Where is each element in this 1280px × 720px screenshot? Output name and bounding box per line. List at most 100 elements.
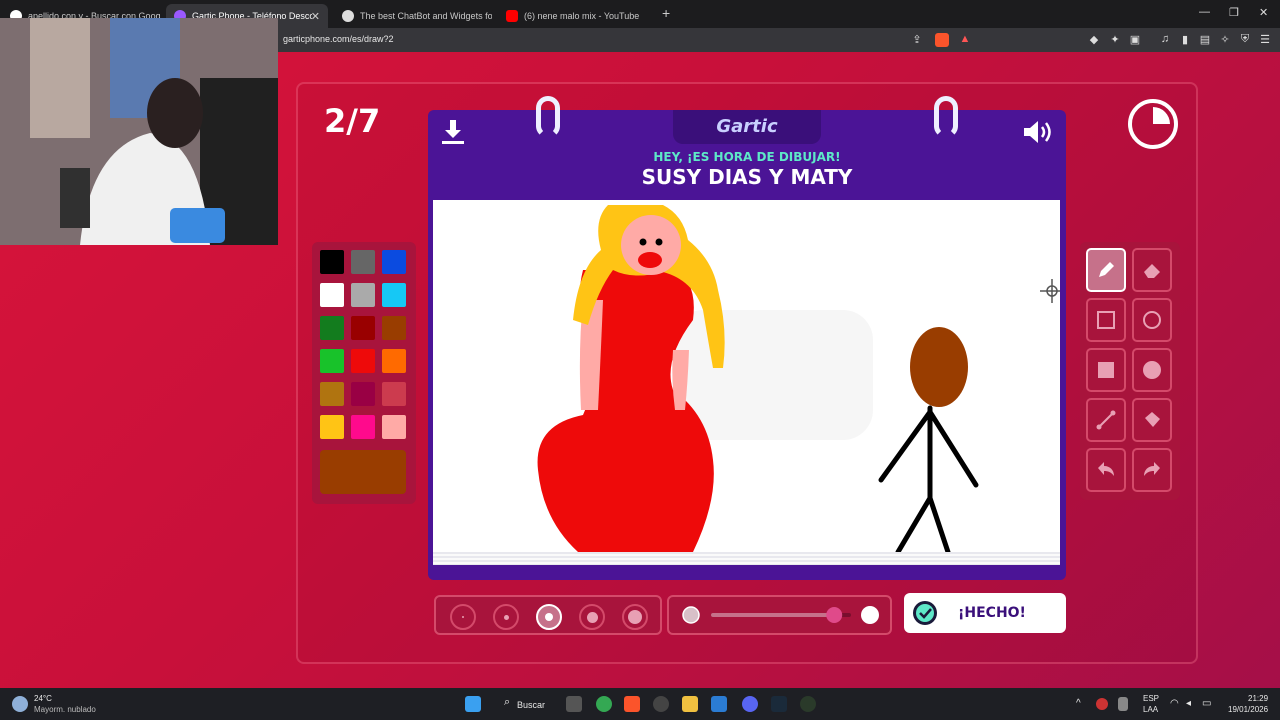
- wifi-icon[interactable]: ◠: [1170, 698, 1179, 709]
- task-view-icon[interactable]: [566, 696, 582, 712]
- opacity-slider[interactable]: [667, 595, 892, 635]
- eraser-icon: [1144, 264, 1160, 278]
- brush-size-option[interactable]: [579, 604, 605, 630]
- share-icon[interactable]: ⇪: [910, 33, 924, 47]
- volume-icon[interactable]: ◂: [1186, 698, 1191, 709]
- rectangle-filled-tool[interactable]: [1086, 348, 1126, 392]
- chevron-up-icon[interactable]: ^: [1076, 698, 1081, 709]
- file-explorer-icon[interactable]: [682, 696, 698, 712]
- current-color[interactable]: [320, 450, 406, 494]
- color-swatch[interactable]: [320, 382, 344, 406]
- rectangle-outline-tool[interactable]: [1086, 298, 1126, 342]
- redo-tool[interactable]: [1132, 448, 1172, 492]
- brush-size-option[interactable]: [536, 604, 562, 630]
- color-swatch[interactable]: [351, 250, 375, 274]
- wallet-icon[interactable]: ▤: [1198, 33, 1212, 47]
- color-swatch[interactable]: [320, 349, 344, 373]
- microphone-icon[interactable]: [1118, 697, 1128, 711]
- rectangle-outline-icon: [1097, 311, 1115, 329]
- tab-chatbot[interactable]: The best ChatBot and Widgets fo: [334, 4, 492, 28]
- close-window-button[interactable]: ✕: [1259, 6, 1268, 19]
- drawing-canvas[interactable]: [433, 200, 1060, 552]
- color-swatch[interactable]: [351, 349, 375, 373]
- color-swatch[interactable]: [320, 415, 344, 439]
- tab-youtube[interactable]: (6) nene malo mix - YouTube: [498, 4, 656, 28]
- extension-icon[interactable]: ◆: [1087, 33, 1101, 47]
- brave-icon[interactable]: [624, 696, 640, 712]
- color-swatch[interactable]: [351, 415, 375, 439]
- notebook-ring: [934, 96, 958, 138]
- color-swatch[interactable]: [382, 316, 406, 340]
- discord-icon[interactable]: [742, 696, 758, 712]
- redo-icon: [1144, 462, 1160, 476]
- drawing-dress: [537, 270, 714, 552]
- url-field[interactable]: garticphone.com/es/draw?2: [283, 34, 394, 44]
- tray-icon[interactable]: [1096, 698, 1108, 710]
- vpn-icon[interactable]: ⛨: [1238, 33, 1252, 47]
- webcam-image: [0, 18, 278, 245]
- timer-icon: [1128, 99, 1178, 149]
- tool-panel: [1080, 242, 1180, 500]
- app-icon[interactable]: [800, 696, 816, 712]
- store-icon[interactable]: [711, 696, 727, 712]
- drawing: [537, 205, 1060, 552]
- language-top[interactable]: ESP: [1143, 694, 1159, 703]
- color-swatch[interactable]: [382, 415, 406, 439]
- download-icon[interactable]: [440, 118, 466, 146]
- circle-filled-icon: [1143, 361, 1161, 379]
- battery-icon[interactable]: ▭: [1202, 698, 1211, 709]
- color-swatch[interactable]: [351, 382, 375, 406]
- brush-size-option[interactable]: [493, 604, 519, 630]
- weather-desc: Mayorm. nublado: [34, 705, 96, 714]
- brave-shield-icon[interactable]: [935, 33, 949, 47]
- leo-ai-icon[interactable]: ✧: [1218, 33, 1232, 47]
- new-tab-button[interactable]: +: [662, 5, 670, 21]
- undo-tool[interactable]: [1086, 448, 1126, 492]
- minimize-button[interactable]: —: [1199, 6, 1210, 18]
- color-swatch[interactable]: [320, 316, 344, 340]
- app-icon[interactable]: [771, 696, 787, 712]
- line-tool[interactable]: [1086, 398, 1126, 442]
- eraser-tool[interactable]: [1132, 248, 1172, 292]
- circle-filled-tool[interactable]: [1132, 348, 1172, 392]
- brush-size-option[interactable]: [450, 604, 476, 630]
- brush-size-selector: [434, 595, 662, 635]
- puzzle-icon[interactable]: ✦: [1108, 33, 1122, 47]
- color-swatch[interactable]: [320, 250, 344, 274]
- sound-icon[interactable]: [1022, 118, 1054, 146]
- sidebar-icon[interactable]: ▮: [1178, 33, 1192, 47]
- color-swatch[interactable]: [382, 283, 406, 307]
- circle-outline-icon: [1143, 311, 1161, 329]
- line-icon: [1096, 410, 1116, 430]
- language-bottom[interactable]: LAA: [1143, 705, 1158, 714]
- maximize-button[interactable]: ❐: [1229, 6, 1239, 19]
- music-icon[interactable]: ♫: [1158, 33, 1172, 47]
- menu-icon[interactable]: ☰: [1258, 33, 1272, 47]
- brush-size-option[interactable]: [622, 604, 648, 630]
- weather-temp: 24°C: [34, 694, 52, 703]
- close-tab-icon[interactable]: ✕: [311, 10, 320, 23]
- chatbot-icon: [342, 10, 354, 22]
- fill-bucket-tool[interactable]: [1132, 398, 1172, 442]
- chrome-icon[interactable]: [596, 696, 612, 712]
- color-swatch[interactable]: [382, 349, 406, 373]
- circle-outline-tool[interactable]: [1132, 298, 1172, 342]
- color-swatch[interactable]: [382, 382, 406, 406]
- pencil-tool[interactable]: [1086, 248, 1126, 292]
- done-button[interactable]: ¡HECHO!: [904, 593, 1066, 633]
- windows-start-icon[interactable]: [465, 696, 481, 712]
- color-swatch[interactable]: [351, 283, 375, 307]
- opacity-track: [682, 606, 879, 624]
- color-swatch[interactable]: [351, 316, 375, 340]
- drawing-eye: [655, 238, 663, 246]
- brave-rewards-icon[interactable]: ▲: [958, 33, 972, 47]
- app-icon[interactable]: [653, 696, 669, 712]
- opacity-min-icon: [682, 606, 700, 624]
- color-swatch[interactable]: [320, 283, 344, 307]
- fill-bucket-icon: [1145, 412, 1160, 427]
- taskbar-search[interactable]: Buscar: [517, 700, 545, 710]
- screenshot-icon[interactable]: ▣: [1128, 33, 1142, 47]
- brush-dot-icon: [545, 613, 553, 621]
- windows-taskbar: 24°C Mayorm. nublado ⌕ Buscar ^ ESP LAA …: [0, 688, 1280, 720]
- color-swatch[interactable]: [382, 250, 406, 274]
